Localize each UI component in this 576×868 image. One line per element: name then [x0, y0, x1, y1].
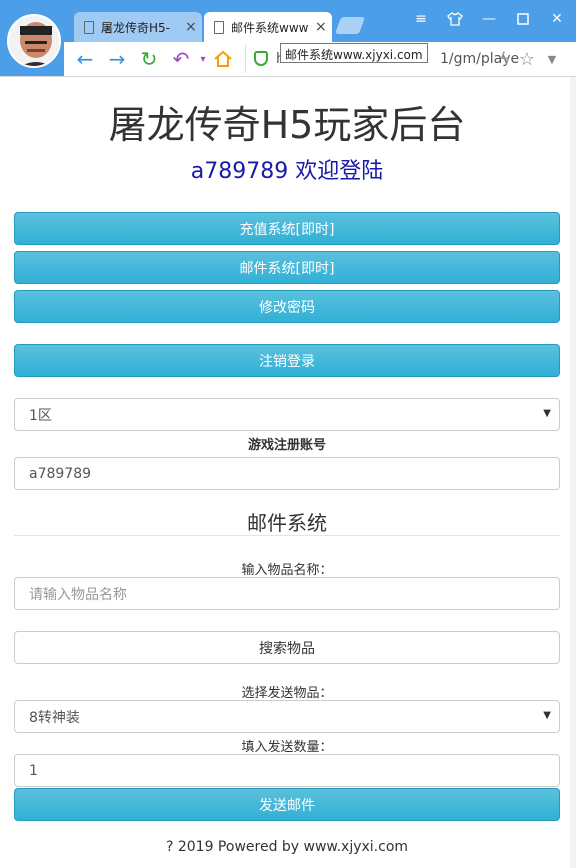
section-divider [14, 535, 560, 536]
item-name-input[interactable]: 请输入物品名称 [14, 577, 560, 610]
recharge-button[interactable]: 充值系统[即时] [14, 212, 560, 245]
document-icon [84, 20, 94, 34]
send-item-value: 8转神装 [29, 709, 80, 726]
home-icon[interactable] [210, 46, 236, 72]
account-value: a789789 [29, 465, 92, 482]
forward-icon[interactable]: → [104, 46, 130, 72]
tab-label: 屠龙传奇H5- [101, 20, 170, 35]
server-select-value: 1区 [29, 407, 52, 424]
send-item-select[interactable]: 8转神装 ▼ [14, 700, 560, 733]
avatar[interactable] [7, 14, 61, 68]
close-icon[interactable]: × [315, 19, 327, 35]
footer: ? 2019 Powered by www.xjyxi.com [165, 839, 409, 855]
new-tab-icon[interactable] [334, 17, 366, 34]
item-name-placeholder: 请输入物品名称 [29, 586, 127, 603]
chevron-down-icon: ▼ [543, 710, 551, 721]
window-close-icon[interactable]: ✕ [544, 8, 570, 30]
logout-button[interactable]: 注销登录 [14, 344, 560, 377]
search-item-button[interactable]: 搜索物品 [14, 631, 560, 664]
chevron-down-icon[interactable]: ▼ [539, 46, 565, 72]
item-name-label: 输入物品名称： [241, 563, 333, 578]
change-password-button[interactable]: 修改密码 [14, 290, 560, 323]
shield-icon [254, 51, 268, 66]
tooltip: 邮件系统www.xjyxi.com [280, 43, 428, 63]
tab-inactive[interactable]: 屠龙传奇H5- × [74, 12, 202, 42]
close-icon[interactable]: × [185, 19, 197, 35]
account-field[interactable]: a789789 [14, 457, 560, 490]
menu-icon[interactable]: ≡ [408, 8, 434, 30]
welcome-text: a789789 欢迎登陆 [190, 159, 384, 184]
quantity-input[interactable]: 1 [14, 754, 560, 787]
send-mail-button[interactable]: 发送邮件 [14, 788, 560, 821]
chevron-down-icon: ▼ [543, 408, 551, 419]
star-icon[interactable]: ☆ [514, 46, 540, 72]
mail-button[interactable]: 邮件系统[即时] [14, 251, 560, 284]
reload-icon[interactable]: ↻ [136, 46, 162, 72]
send-item-label: 选择发送物品： [241, 686, 333, 701]
page-content: 屠龙传奇H5玩家后台 a789789 欢迎登陆 充值系统[即时] 邮件系统[即时… [0, 77, 570, 868]
tab-active[interactable]: 邮件系统www × [204, 12, 332, 42]
quantity-value: 1 [29, 762, 38, 779]
avatar-image [9, 16, 59, 66]
maximize-icon[interactable] [510, 8, 536, 30]
page-title: 屠龙传奇H5玩家后台 [108, 103, 466, 147]
account-label: 游戏注册账号 [247, 438, 326, 453]
document-icon [214, 20, 224, 34]
browser-chrome: 屠龙传奇H5- × 邮件系统www × ≡ — ✕ ← → ↻ ↶ ▾ h 1/… [0, 0, 576, 77]
minimize-icon[interactable]: — [476, 8, 502, 30]
back-icon[interactable]: ← [72, 46, 98, 72]
skin-icon[interactable] [442, 8, 468, 30]
section-title: 邮件系统 [247, 511, 327, 535]
quantity-label: 填入发送数量： [241, 740, 333, 755]
server-select[interactable]: 1区 ▼ [14, 398, 560, 431]
tab-label: 邮件系统www [231, 20, 309, 35]
